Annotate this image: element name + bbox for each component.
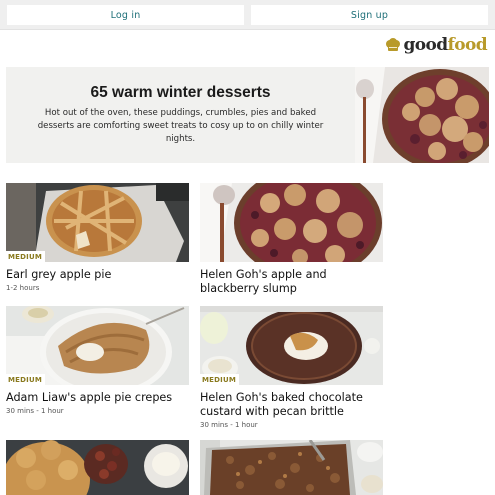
difficulty-badge: MEDIUM [200, 374, 240, 385]
signup-button[interactable]: Sign up [251, 5, 488, 25]
goodfood-logo[interactable]: goodfood [385, 34, 488, 56]
hero-description: Hot out of the oven, these puddings, cru… [37, 108, 324, 144]
recipe-card[interactable] [6, 440, 189, 495]
recipe-card[interactable]: MEDIUM Adam Liaw's apple pie crepes 30 m… [6, 306, 189, 415]
recipe-card[interactable]: MEDIUM Earl grey apple pie 1-2 hours [6, 183, 189, 292]
recipe-title[interactable]: Helen Goh's apple and blackberry slump [200, 268, 383, 296]
recipe-card[interactable]: Helen Goh's apple and blackberry slump [200, 183, 383, 296]
recipe-title[interactable]: Adam Liaw's apple pie crepes [6, 391, 189, 405]
recipe-image[interactable] [200, 440, 383, 495]
auth-bar: Log in Sign up [0, 0, 495, 30]
logo-word-food: food [447, 35, 488, 55]
recipe-image[interactable]: MEDIUM [200, 306, 383, 385]
recipe-card[interactable]: MEDIUM Helen Goh's baked chocolate custa… [200, 306, 383, 429]
logo-word-good: good [403, 35, 448, 55]
difficulty-badge: MEDIUM [6, 251, 46, 262]
recipe-image[interactable] [200, 183, 383, 262]
recipe-time: 1-2 hours [6, 284, 40, 292]
login-button[interactable]: Log in [7, 5, 244, 25]
recipe-image[interactable] [6, 440, 189, 495]
hero-text: 65 warm winter desserts Hot out of the o… [6, 67, 355, 163]
logo-wordmark: goodfood [403, 35, 487, 55]
difficulty-badge: MEDIUM [6, 374, 46, 385]
recipe-title[interactable]: Earl grey apple pie [6, 268, 189, 282]
recipe-card[interactable] [200, 440, 383, 495]
chef-hat-icon [386, 38, 401, 51]
hero-title: 65 warm winter desserts [90, 84, 271, 101]
recipe-image[interactable]: MEDIUM [6, 306, 189, 385]
recipe-time: 30 mins - 1 hour [6, 407, 64, 415]
recipe-title[interactable]: Helen Goh's baked chocolate custard with… [200, 391, 383, 419]
hero-image[interactable] [355, 67, 489, 163]
recipe-image[interactable]: MEDIUM [6, 183, 189, 262]
collection-hero[interactable]: 65 warm winter desserts Hot out of the o… [6, 67, 489, 163]
recipe-time: 30 mins - 1 hour [200, 421, 258, 429]
